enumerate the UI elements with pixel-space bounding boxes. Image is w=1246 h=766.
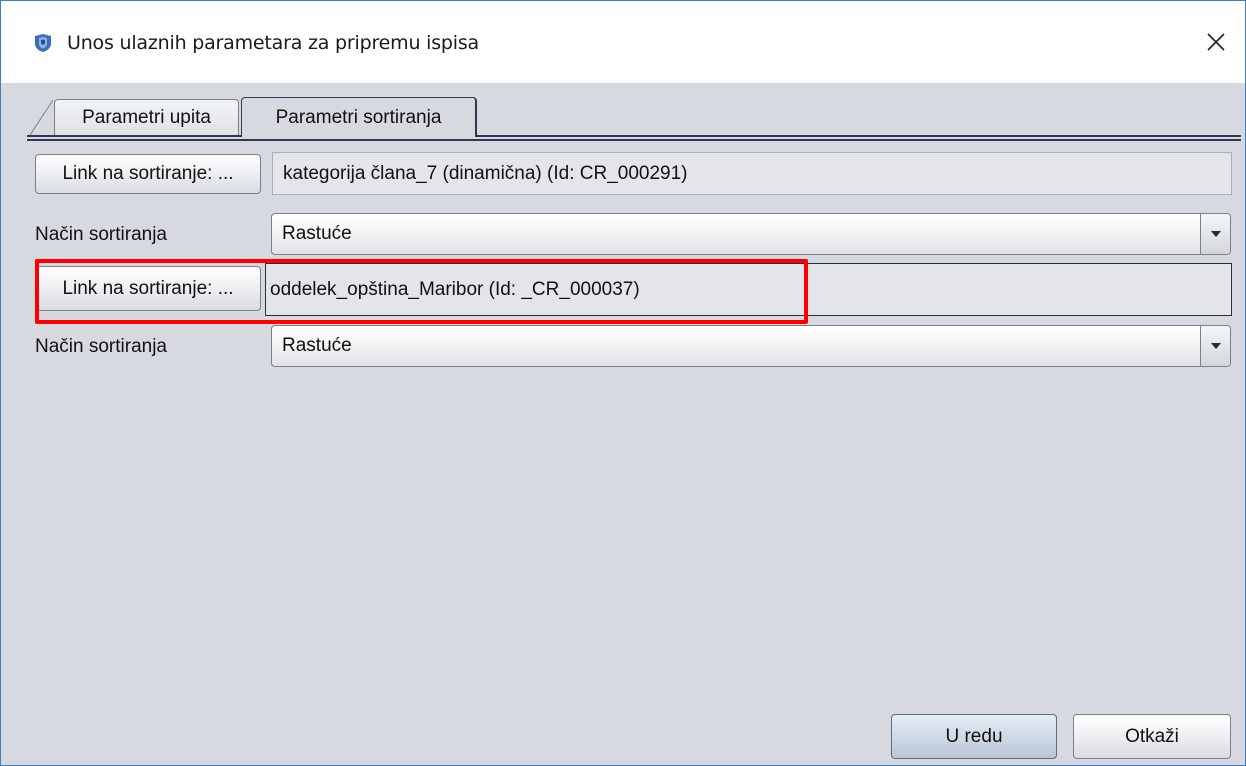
chevron-down-icon xyxy=(1210,343,1221,349)
tab-underline xyxy=(27,135,1241,141)
tab-strip-edge xyxy=(29,99,53,136)
tab-parametri-upita[interactable]: Parametri upita xyxy=(54,99,239,135)
window-title: Unos ulaznih parametara za pripremu ispi… xyxy=(67,32,479,54)
dropdown-arrow-button-2[interactable] xyxy=(1200,326,1230,366)
sort-order-value-2: Rastuće xyxy=(282,335,352,356)
dropdown-arrow-button-1[interactable] xyxy=(1200,214,1230,254)
close-button[interactable] xyxy=(1187,1,1245,83)
dialog-content: Parametri upita Parametri sortiranja Lin… xyxy=(1,83,1245,765)
link-sort-button-2[interactable]: Link na sortiranje: ... xyxy=(35,266,261,311)
app-shield-icon xyxy=(35,34,51,52)
close-icon xyxy=(1207,33,1225,51)
link-sort-field-2: oddelek_opština_Maribor (Id: _CR_000037) xyxy=(265,263,1232,316)
sort-order-select-1[interactable]: Rastuće xyxy=(271,213,1231,255)
cancel-button[interactable]: Otkaži xyxy=(1073,714,1231,759)
dialog-window: Unos ulaznih parametara za pripremu ispi… xyxy=(0,0,1246,766)
tab-parametri-sortiranja[interactable]: Parametri sortiranja xyxy=(241,97,477,137)
sort-order-value-1: Rastuće xyxy=(282,223,352,244)
link-sort-field-1: kategorija člana_7 (dinamična) (Id: CR_0… xyxy=(272,152,1232,195)
ok-button[interactable]: U redu xyxy=(891,714,1057,759)
sort-order-label-1: Način sortiranja xyxy=(35,224,167,245)
chevron-down-icon xyxy=(1210,231,1221,237)
sort-order-label-2: Način sortiranja xyxy=(35,336,167,357)
link-sort-button-1[interactable]: Link na sortiranje: ... xyxy=(35,154,261,194)
title-bar: Unos ulaznih parametara za pripremu ispi… xyxy=(1,1,1245,83)
sort-order-select-2[interactable]: Rastuće xyxy=(271,325,1231,367)
